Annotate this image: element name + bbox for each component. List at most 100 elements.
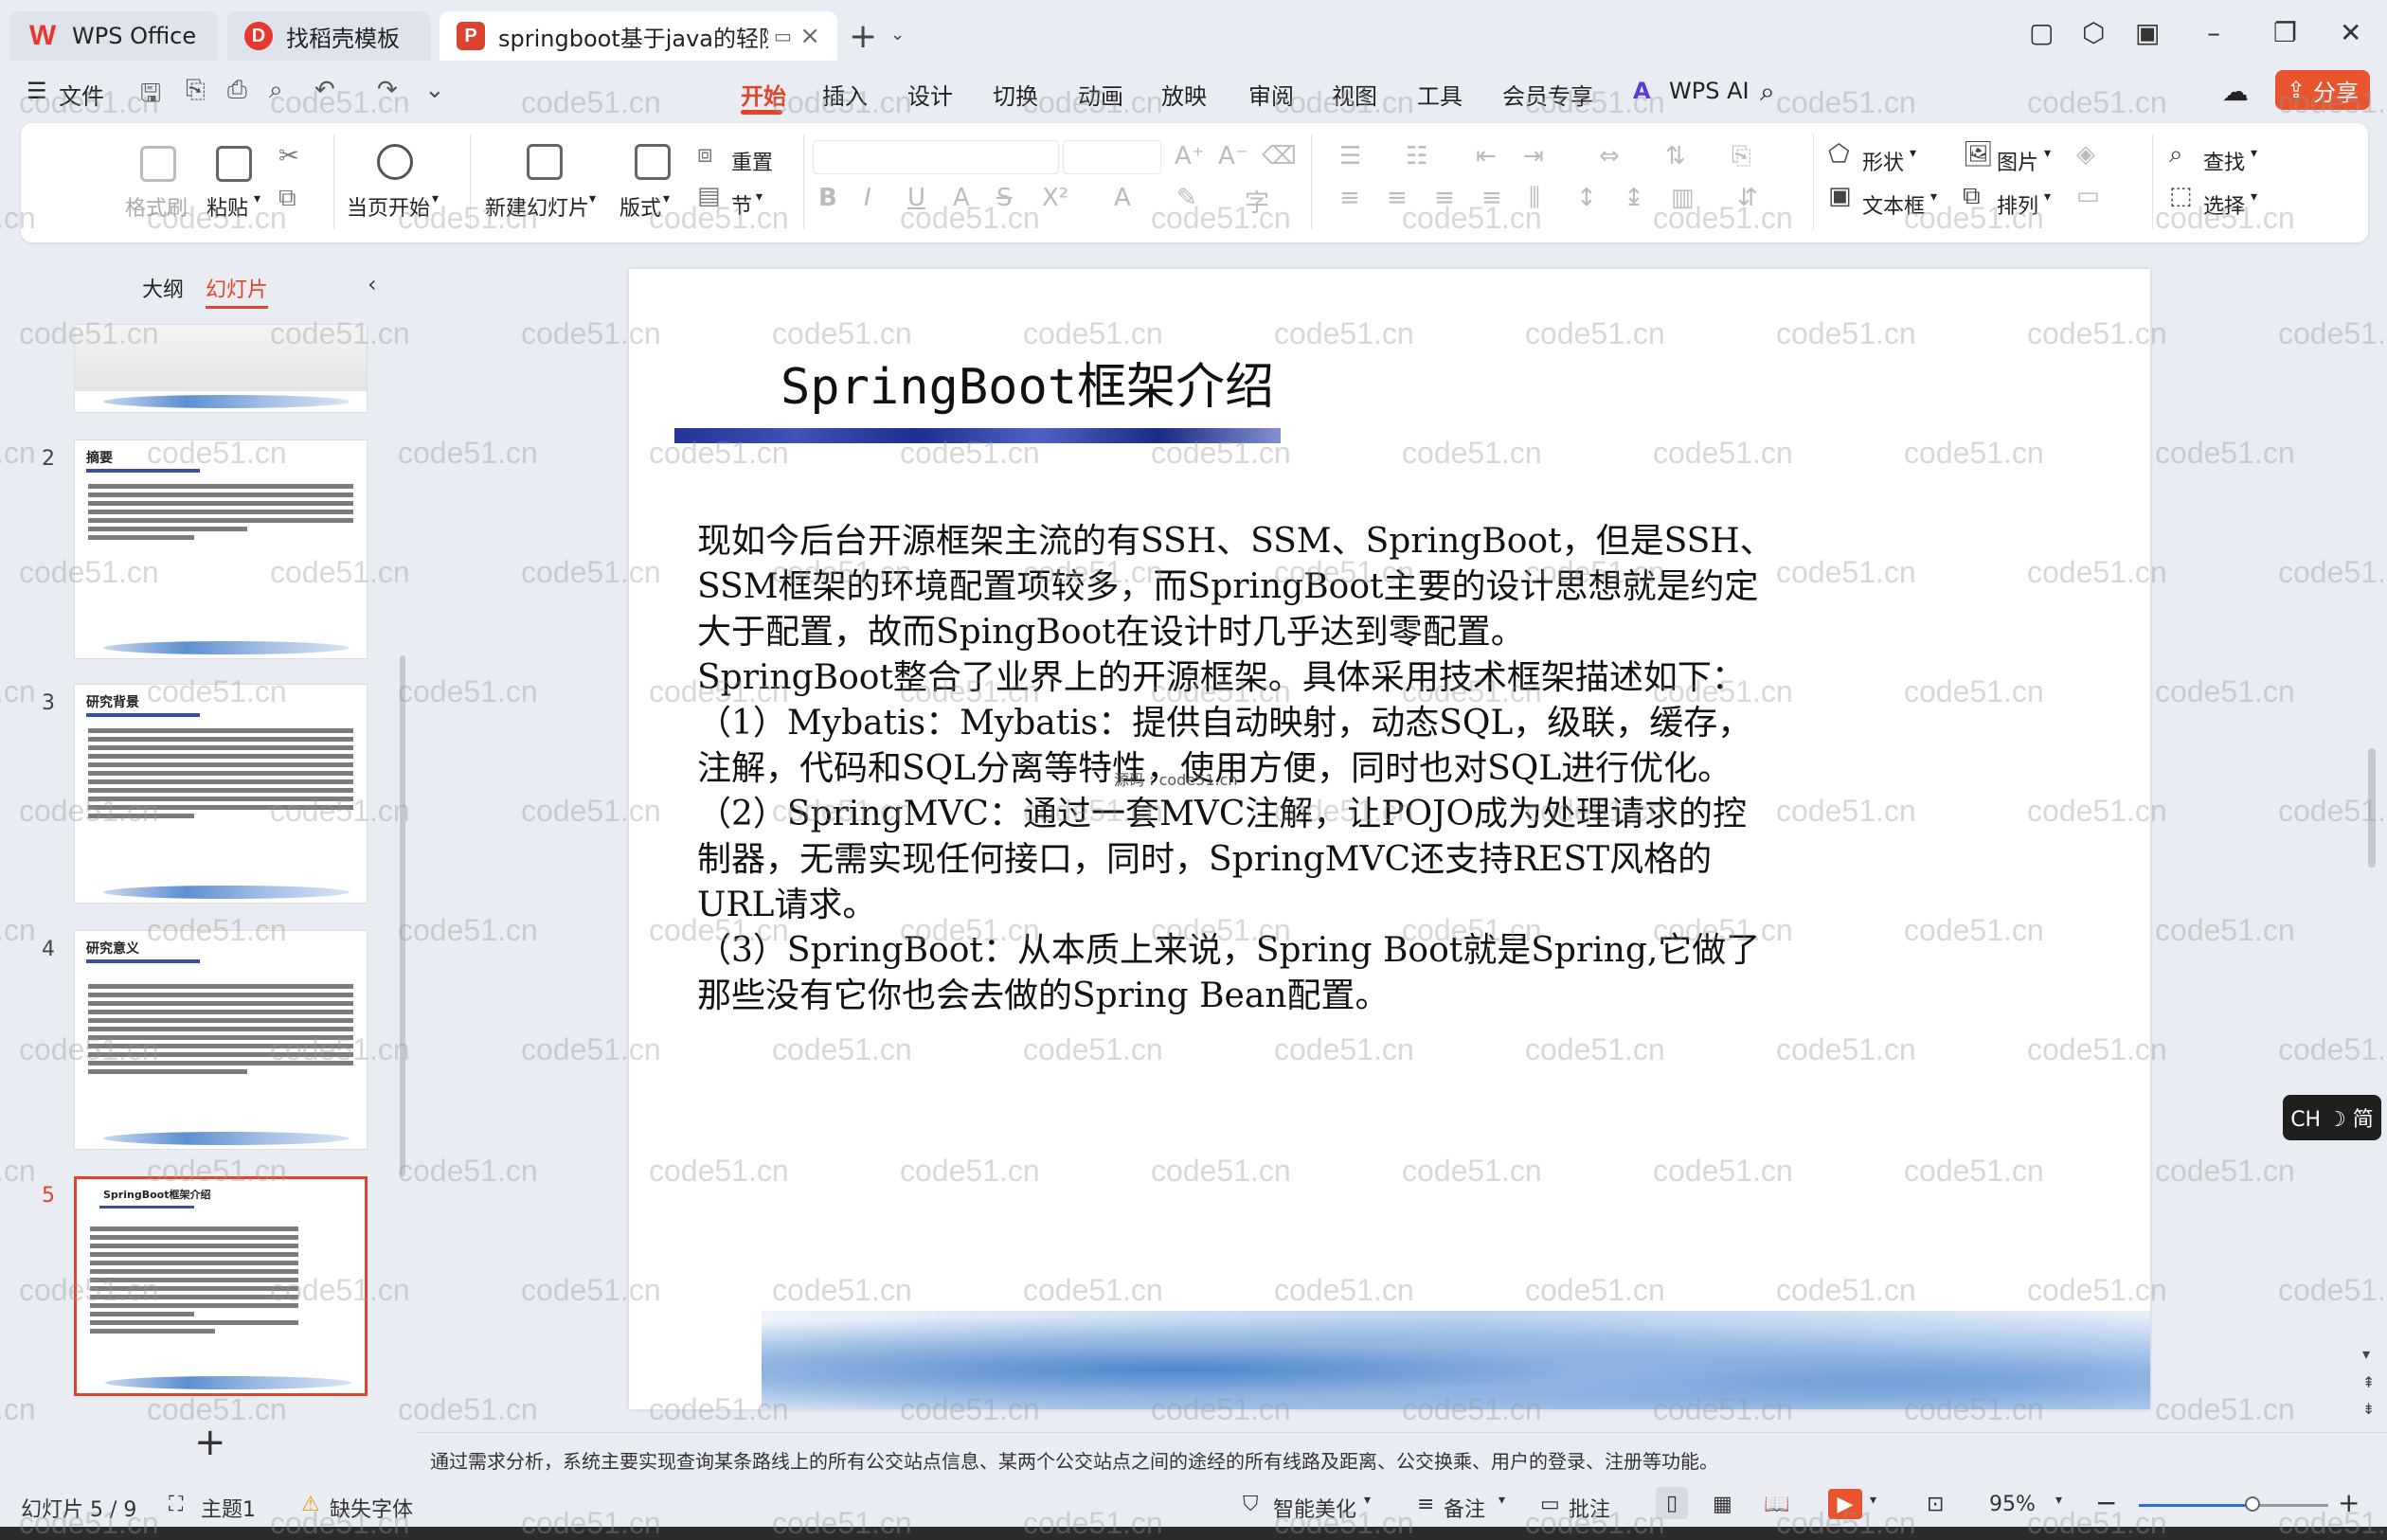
new-slide-button[interactable]: 新建幻灯片 (485, 191, 589, 222)
zoom-in-icon[interactable]: + (2338, 1487, 2360, 1518)
beautify-icon[interactable]: ⛉ (1243, 1493, 1259, 1516)
reset-button[interactable]: 重置 (731, 146, 773, 176)
paragraph-spacing-icon[interactable]: ↨ (1624, 184, 1644, 212)
menu-file[interactable]: 文件 (59, 78, 104, 111)
comment-icon[interactable]: ▭ (1540, 1493, 1560, 1516)
cut-icon[interactable]: ✂ (278, 142, 299, 170)
picture-icon[interactable]: 🖼 (1963, 140, 1994, 169)
zoom-slider[interactable] (2139, 1504, 2328, 1507)
phonetic-icon[interactable]: 字 (1245, 184, 1269, 219)
previous-slide-icon[interactable]: ⇞ (2362, 1373, 2375, 1391)
reading-view-icon[interactable]: 📖 (1764, 1493, 1789, 1516)
redo-icon[interactable]: ↷ (377, 76, 398, 104)
shape-icon[interactable]: ⬠ (1828, 140, 1850, 169)
copy-icon[interactable]: ⧉ (278, 184, 296, 213)
clear-format-icon[interactable]: ⌫ (1262, 142, 1297, 170)
distribute-icon[interactable]: ⫼ (1529, 184, 1540, 213)
menu-home[interactable]: 开始 (741, 78, 786, 111)
tab-template[interactable]: D 找稻壳模板 (227, 11, 431, 61)
chevron-down-icon[interactable]: ⌄ (890, 25, 905, 45)
panel-scrollbar[interactable] (400, 655, 405, 1176)
print-icon[interactable]: ⎙ (227, 76, 247, 105)
text-direction-icon[interactable]: ⇵ (1737, 184, 1758, 212)
fit-window-icon[interactable]: ⊡ (1927, 1493, 1944, 1516)
slide-title[interactable]: SpringBoot框架介绍 (781, 347, 1274, 418)
export-icon[interactable]: ⎘ (186, 76, 206, 105)
align-center-icon[interactable]: ≡ (1387, 184, 1408, 212)
normal-view-icon[interactable]: ▯ (1656, 1487, 1688, 1519)
theme-name[interactable]: 主题1 (201, 1493, 256, 1523)
wps-ai-icon[interactable]: A (1633, 78, 1651, 104)
cube-icon[interactable]: ⬡ (2082, 17, 2105, 48)
chevron-down-icon[interactable]: ⌄ (424, 76, 445, 104)
notes-text[interactable]: 通过需求分析，系统主要实现查询某条路线上的所有公交站点信息、某两个公交站点之间的… (430, 1446, 1718, 1474)
tab-wps-office[interactable]: W WPS Office (9, 11, 218, 61)
chevron-down-icon[interactable]: ▾ (756, 189, 763, 205)
play-slideshow-icon[interactable]: ▶ (1828, 1489, 1862, 1519)
chevron-down-icon[interactable]: ▾ (1870, 1493, 1876, 1508)
chevron-down-icon[interactable]: ▾ (1930, 189, 1937, 205)
shape-button[interactable]: 形状 (1862, 146, 1904, 176)
numbered-list-icon[interactable]: ☷ (1406, 142, 1427, 170)
chevron-down-icon[interactable]: ▾ (1910, 146, 1916, 161)
chevron-down-icon[interactable]: ▾ (2251, 189, 2257, 205)
zoom-level[interactable]: 95% (1989, 1493, 2036, 1516)
decrease-font-icon[interactable]: A⁻ (1218, 142, 1248, 170)
arrange-button[interactable]: 排列 (1997, 189, 2038, 220)
fill-icon[interactable]: ◈ (2076, 140, 2095, 169)
outline-shape-icon[interactable]: ▭ (2076, 182, 2100, 210)
menu-transition[interactable]: 切换 (993, 78, 1038, 111)
format-painter-icon[interactable] (140, 146, 176, 182)
find-button[interactable]: 查找 (2203, 146, 2245, 176)
hamburger-icon[interactable]: ☰ (27, 78, 47, 104)
justify-icon[interactable]: ≡ (1481, 184, 1502, 212)
select-button[interactable]: 选择 (2203, 189, 2245, 220)
menu-slideshow[interactable]: 放映 (1161, 78, 1207, 111)
outline-icon[interactable]: A (953, 184, 970, 212)
menu-tools[interactable]: 工具 (1417, 78, 1463, 111)
notes-icon[interactable]: ≡ (1417, 1493, 1434, 1516)
slide-thumbnail[interactable]: 研究意义 (74, 930, 368, 1150)
menu-wps-ai[interactable]: WPS AI (1669, 78, 1750, 104)
smart-beautify-button[interactable]: 智能美化 (1273, 1493, 1356, 1523)
slide-canvas[interactable]: SpringBoot框架介绍 现如今后台开源框架主流的有SSH、SSM、Spri… (629, 269, 2150, 1409)
italic-icon[interactable]: I (864, 184, 871, 212)
strikethrough-icon[interactable]: S (996, 184, 1013, 212)
reset-icon[interactable]: ⧈ (697, 140, 713, 170)
next-slide-icon[interactable]: ⇟ (2362, 1400, 2375, 1418)
paste-button[interactable]: 粘贴 (206, 191, 248, 222)
new-tab-icon[interactable]: + (849, 17, 877, 56)
slide-scrollbar[interactable] (2368, 748, 2376, 868)
maximize-icon[interactable]: ❐ (2273, 17, 2297, 48)
ime-indicator[interactable]: CH ☽ 简 (2283, 1095, 2381, 1140)
cloud-icon[interactable]: ☁ (2222, 76, 2249, 107)
increase-font-icon[interactable]: A⁺ (1175, 142, 1205, 170)
slide-sorter-icon[interactable]: ▦ (1713, 1493, 1732, 1516)
theme-icon[interactable]: ⛶ (169, 1493, 183, 1516)
section-icon[interactable]: ▤ (697, 182, 721, 210)
textbox-icon[interactable]: ▣ (1828, 182, 1852, 210)
zoom-slider-handle[interactable] (2245, 1496, 2260, 1512)
tab-outline[interactable]: 大纲 (142, 278, 184, 302)
menu-animation[interactable]: 动画 (1078, 78, 1123, 111)
convert-icon[interactable]: ⎘ (1732, 142, 1751, 171)
sort-icon[interactable]: ⇅ (1665, 142, 1686, 170)
zoom-out-icon[interactable]: − (2095, 1487, 2117, 1518)
find-icon[interactable]: ⌕ (2169, 140, 2183, 170)
align-left-icon[interactable]: ≡ (1339, 184, 1360, 212)
tab-slides[interactable]: 幻灯片 (206, 278, 269, 309)
paste-icon[interactable] (216, 146, 252, 182)
bold-icon[interactable]: B (818, 184, 837, 212)
format-painter-button[interactable]: 格式刷 (125, 191, 188, 222)
window-layout-icon[interactable]: ▢ (2029, 17, 2054, 48)
font-family-select[interactable] (813, 140, 1059, 174)
textbox-button[interactable]: 文本框 (1862, 189, 1925, 220)
line-spacing-icon[interactable]: ↕ (1576, 184, 1597, 212)
menu-member[interactable]: 会员专享 (1502, 78, 1593, 111)
chevron-down-icon[interactable]: ▾ (1499, 1493, 1505, 1508)
slide-thumbnail-selected[interactable]: SpringBoot框架介绍 (74, 1176, 368, 1396)
undo-icon[interactable]: ↶ (314, 76, 335, 104)
columns-icon[interactable]: ▥ (1671, 184, 1695, 212)
bullet-list-icon[interactable]: ☰ (1339, 142, 1361, 170)
superscript-icon[interactable]: X² (1042, 184, 1068, 212)
